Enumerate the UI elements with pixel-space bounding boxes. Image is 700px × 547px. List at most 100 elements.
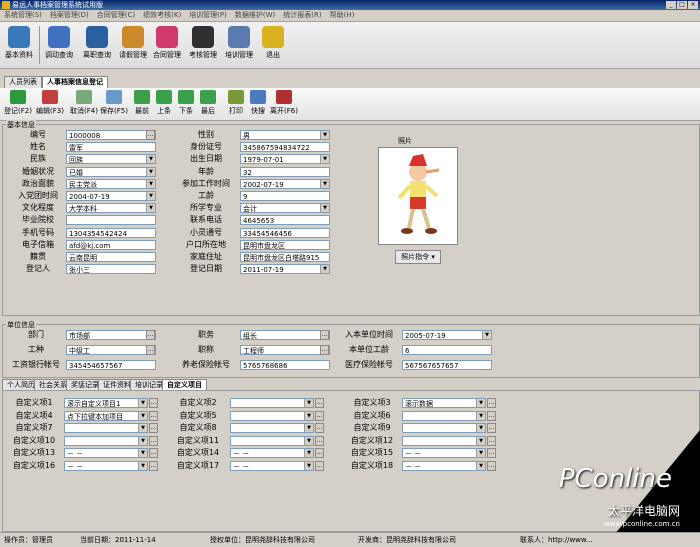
chevron-down-icon[interactable]: ▼ bbox=[304, 411, 313, 420]
ellipsis-button[interactable]: … bbox=[149, 410, 158, 421]
custom-4-2-field[interactable]: － － ▼ bbox=[402, 448, 486, 458]
chevron-down-icon[interactable]: ▼ bbox=[146, 167, 155, 176]
ellipsis-button[interactable]: … bbox=[315, 435, 324, 446]
toolbar-button-0[interactable]: 基本资料 bbox=[2, 24, 36, 66]
chevron-down-icon[interactable]: ▼ bbox=[320, 155, 329, 164]
menu-item-2[interactable]: 合同管理(C) bbox=[93, 10, 139, 21]
basic-right-10-field[interactable]: 昆明市盘龙区白塔路915 bbox=[240, 252, 330, 262]
basic-left-2-field[interactable]: 回族 ▼ bbox=[66, 154, 156, 165]
toolbar-button-4[interactable]: 合同管理 bbox=[150, 24, 184, 66]
unit-1-2-field[interactable]: 6 bbox=[402, 345, 492, 355]
ellipsis-button[interactable]: … bbox=[487, 435, 496, 446]
custom-4-1-field[interactable]: － － ▼ bbox=[230, 448, 314, 458]
chevron-down-icon[interactable]: ▼ bbox=[146, 192, 155, 200]
basic-left-11-field[interactable]: 张小三 bbox=[66, 264, 156, 275]
custom-3-2-field[interactable]: ▼ bbox=[402, 435, 486, 446]
ellipsis-button[interactable]: … bbox=[315, 460, 324, 471]
chevron-down-icon[interactable]: ▼ bbox=[482, 331, 491, 339]
custom-1-0-field[interactable]: 点下拉键本加项目 ▼ bbox=[64, 410, 148, 421]
menu-item-6[interactable]: 统计报表(R) bbox=[279, 10, 325, 21]
chevron-down-icon[interactable]: ▼ bbox=[476, 411, 485, 420]
menu-item-7[interactable]: 帮助(H) bbox=[326, 10, 359, 21]
record-button-10[interactable]: 离开(F6) bbox=[270, 89, 298, 119]
custom-0-0-field[interactable]: 滚示自定义项目1 ▼ bbox=[64, 398, 148, 408]
tab-top-0[interactable]: 人员列表 bbox=[4, 76, 42, 88]
chevron-down-icon[interactable]: ▼ bbox=[476, 399, 485, 407]
custom-5-0-field[interactable]: － － ▼ bbox=[64, 460, 148, 471]
basic-left-7-field[interactable] bbox=[66, 215, 156, 226]
basic-right-7-field[interactable]: 4645653 bbox=[240, 215, 330, 226]
unit-1-0-field[interactable]: 中级工 bbox=[66, 345, 156, 355]
basic-left-8-field[interactable]: 1304354542424 bbox=[66, 227, 156, 238]
chevron-down-icon[interactable]: ▼ bbox=[476, 436, 485, 445]
toolbar-button-5[interactable]: 考核管理 bbox=[186, 24, 220, 66]
custom-5-1-field[interactable]: － － ▼ bbox=[230, 460, 314, 471]
custom-3-1-field[interactable]: ▼ bbox=[230, 435, 314, 446]
record-button-0[interactable]: 登记(F2) bbox=[4, 89, 32, 119]
ellipsis-button[interactable]: … bbox=[487, 410, 496, 421]
ellipsis-button[interactable]: … bbox=[315, 423, 324, 433]
chevron-down-icon[interactable]: ▼ bbox=[138, 449, 147, 457]
chevron-down-icon[interactable]: ▼ bbox=[320, 131, 329, 139]
basic-right-9-field[interactable]: 昆明市盘龙区 bbox=[240, 239, 330, 250]
chevron-down-icon[interactable]: ▼ bbox=[304, 461, 313, 470]
unit-1-1-field[interactable]: 工程师 bbox=[240, 345, 330, 355]
tab-top-1[interactable]: 人事档案信息登记 bbox=[42, 76, 108, 88]
record-button-1[interactable]: 编辑(F3) bbox=[36, 89, 64, 119]
chevron-down-icon[interactable]: ▼ bbox=[320, 265, 329, 274]
ellipsis-button[interactable]: … bbox=[315, 410, 324, 421]
custom-2-1-field[interactable]: ▼ bbox=[230, 423, 314, 433]
ellipsis-button[interactable]: … bbox=[487, 423, 496, 433]
menu-item-0[interactable]: 系统管理(S) bbox=[0, 10, 46, 21]
ellipsis-button[interactable]: … bbox=[149, 460, 158, 471]
record-button-3[interactable]: 保存(F5) bbox=[100, 89, 128, 119]
chevron-down-icon[interactable]: ▼ bbox=[320, 179, 329, 188]
chevron-down-icon[interactable]: ▼ bbox=[138, 461, 147, 470]
basic-right-5-field[interactable]: 9 bbox=[240, 191, 330, 201]
maximize-button[interactable]: □ bbox=[677, 1, 687, 9]
unit-0-0-field[interactable]: 市场部 bbox=[66, 330, 156, 340]
custom-5-2-field[interactable]: － － ▼ bbox=[402, 460, 486, 471]
custom-0-2-field[interactable]: 滚示数据 ▼ bbox=[402, 398, 486, 408]
chevron-down-icon[interactable]: ▼ bbox=[146, 179, 155, 188]
custom-1-1-field[interactable]: ▼ bbox=[230, 410, 314, 421]
chevron-down-icon[interactable]: ▼ bbox=[304, 424, 313, 432]
chevron-down-icon[interactable]: ▼ bbox=[146, 204, 155, 213]
ellipsis-button[interactable]: … bbox=[320, 345, 329, 355]
record-button-9[interactable]: 快搜 bbox=[244, 89, 272, 119]
minimize-button[interactable]: _ bbox=[666, 1, 676, 9]
unit-2-0-field[interactable]: 345454657567 bbox=[66, 360, 156, 370]
unit-0-2-field[interactable]: 2005-07-19 ▼ bbox=[402, 330, 492, 340]
basic-left-0-field[interactable]: 1000008 bbox=[66, 130, 156, 140]
basic-right-3-field[interactable]: 32 bbox=[240, 166, 330, 177]
basic-right-1-field[interactable]: 345867594834722 bbox=[240, 142, 330, 153]
custom-0-1-field[interactable]: ▼ bbox=[230, 398, 314, 408]
ellipsis-button[interactable]: … bbox=[149, 448, 158, 458]
custom-4-0-field[interactable]: － － ▼ bbox=[64, 448, 148, 458]
basic-right-11-field[interactable]: 2011-07-19 ▼ bbox=[240, 264, 330, 275]
menu-item-5[interactable]: 数据维护(W) bbox=[231, 10, 279, 21]
basic-left-6-field[interactable]: 大学本科 ▼ bbox=[66, 203, 156, 214]
ellipsis-button[interactable]: … bbox=[315, 448, 324, 458]
toolbar-button-1[interactable]: 调动查询 bbox=[42, 24, 76, 66]
basic-right-4-field[interactable]: 2002-07-19 ▼ bbox=[240, 178, 330, 189]
basic-right-6-field[interactable]: 会计 ▼ bbox=[240, 203, 330, 214]
ellipsis-button[interactable]: … bbox=[146, 330, 155, 340]
toolbar-button-7[interactable]: 退出 bbox=[256, 24, 290, 66]
menu-item-4[interactable]: 培训管理(P) bbox=[185, 10, 231, 21]
chevron-down-icon[interactable]: ▼ bbox=[138, 399, 147, 407]
toolbar-button-3[interactable]: 请假管理 bbox=[116, 24, 150, 66]
menu-item-3[interactable]: 绩效考核(K) bbox=[139, 10, 185, 21]
chevron-down-icon[interactable]: ▼ bbox=[138, 424, 147, 432]
chevron-down-icon[interactable]: ▼ bbox=[476, 424, 485, 432]
unit-2-2-field[interactable]: 567567657657 bbox=[402, 360, 492, 370]
ellipsis-button[interactable]: … bbox=[146, 345, 155, 355]
ellipsis-button[interactable]: … bbox=[149, 435, 158, 446]
ellipsis-button[interactable]: … bbox=[146, 130, 155, 140]
chevron-down-icon[interactable]: ▼ bbox=[138, 411, 147, 420]
record-button-2[interactable]: 取消(F4) bbox=[70, 89, 98, 119]
ellipsis-button[interactable]: … bbox=[487, 398, 496, 408]
ellipsis-button[interactable]: … bbox=[315, 398, 324, 408]
basic-right-8-field[interactable]: 33454546456 bbox=[240, 227, 330, 238]
basic-left-9-field[interactable]: afd@kj.com bbox=[66, 239, 156, 250]
